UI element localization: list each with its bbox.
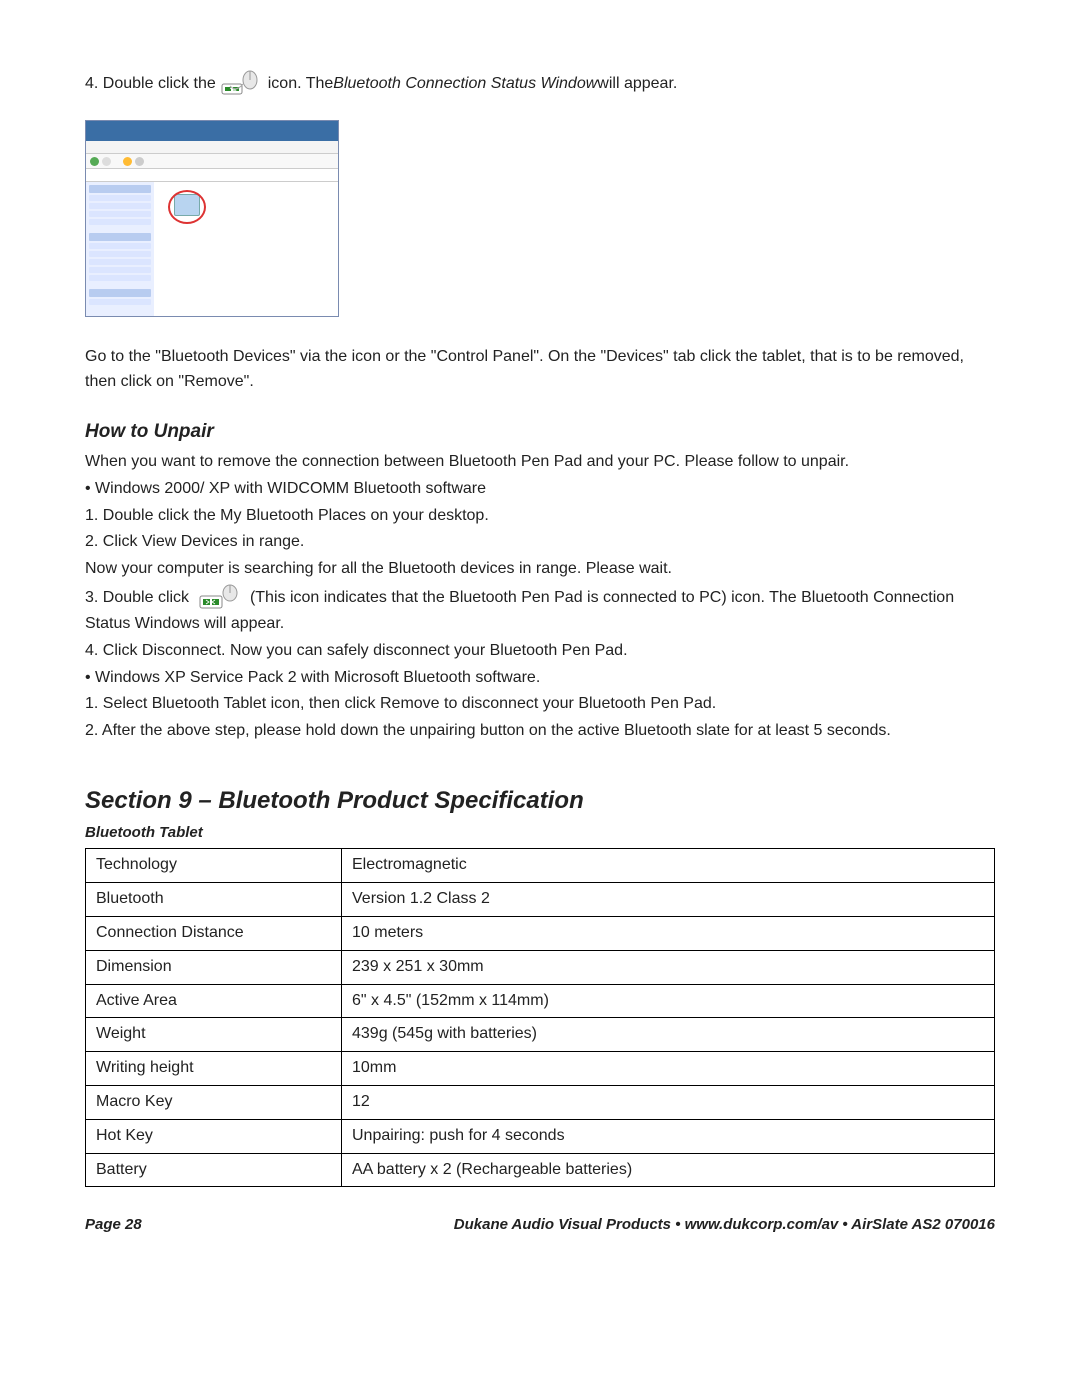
unpair-intro: When you want to remove the connection b… — [85, 450, 995, 475]
spec-key: Dimension — [86, 950, 342, 984]
unpair-xp-step1: 1. Select Bluetooth Tablet icon, then cl… — [85, 692, 995, 717]
footer-page: Page 28 — [85, 1213, 142, 1236]
bluetooth-mouse-icon — [220, 70, 264, 98]
table-row: Macro Key12 — [86, 1086, 995, 1120]
table-row: Weight439g (545g with batteries) — [86, 1018, 995, 1052]
spec-value: Version 1.2 Class 2 — [342, 883, 995, 917]
spec-value: 6" x 4.5" (152mm x 114mm) — [342, 984, 995, 1018]
unpair-step3: 3. Double click (This icon indicates tha… — [85, 584, 995, 637]
step4-suffix: will appear. — [597, 72, 677, 97]
spec-key: Active Area — [86, 984, 342, 1018]
spec-key: Writing height — [86, 1052, 342, 1086]
how-to-unpair-heading: How to Unpair — [85, 417, 995, 446]
window-addressbar — [86, 169, 338, 182]
step4-italic: Bluetooth Connection Status Window — [333, 72, 597, 97]
spec-table: TechnologyElectromagneticBluetoothVersio… — [85, 848, 995, 1187]
back-icon — [90, 157, 99, 166]
table-row: BatteryAA battery x 2 (Rechargeable batt… — [86, 1153, 995, 1187]
spec-value: 10mm — [342, 1052, 995, 1086]
table-row: BluetoothVersion 1.2 Class 2 — [86, 883, 995, 917]
table-row: TechnologyElectromagnetic — [86, 849, 995, 883]
unpair-bullet-xp: • Windows XP Service Pack 2 with Microso… — [85, 666, 995, 691]
window-titlebar — [86, 121, 338, 141]
search-icon — [135, 157, 144, 166]
spec-key: Technology — [86, 849, 342, 883]
unpair-wait: Now your computer is searching for all t… — [85, 557, 995, 582]
spec-value: AA battery x 2 (Rechargeable batteries) — [342, 1153, 995, 1187]
window-menubar — [86, 141, 338, 154]
bluetooth-connected-icon — [198, 584, 242, 612]
spec-key: Battery — [86, 1153, 342, 1187]
highlight-circle-icon — [168, 190, 206, 224]
fwd-icon — [102, 157, 111, 166]
table-row: Dimension239 x 251 x 30mm — [86, 950, 995, 984]
spec-value: 12 — [342, 1086, 995, 1120]
unpair-xp-step2: 2. After the above step, please hold dow… — [85, 719, 995, 744]
spec-value: 10 meters — [342, 917, 995, 951]
page-footer: Page 28 Dukane Audio Visual Products • w… — [85, 1213, 995, 1236]
unpair-step4: 4. Click Disconnect. Now you can safely … — [85, 639, 995, 664]
spec-key: Connection Distance — [86, 917, 342, 951]
step-4-line: 4. Double click the icon. The Bluetooth … — [85, 70, 995, 98]
step4-prefix: 4. Double click the — [85, 72, 216, 97]
window-toolbar — [86, 154, 338, 169]
unpair-step1: 1. Double click the My Bluetooth Places … — [85, 504, 995, 529]
spec-value: 239 x 251 x 30mm — [342, 950, 995, 984]
bluetooth-tablet-subheading: Bluetooth Tablet — [85, 821, 995, 844]
spec-value: Unpairing: push for 4 seconds — [342, 1119, 995, 1153]
spec-key: Hot Key — [86, 1119, 342, 1153]
unpair-step2: 2. Click View Devices in range. — [85, 530, 995, 555]
step4-mid: icon. The — [268, 72, 334, 97]
spec-key: Bluetooth — [86, 883, 342, 917]
unpair-step3-prefix: 3. Double click — [85, 589, 194, 606]
spec-value: Electromagnetic — [342, 849, 995, 883]
folder-icon — [123, 157, 132, 166]
bluetooth-window-screenshot — [85, 120, 339, 317]
unpair-bullet-widcomm: • Windows 2000/ XP with WIDCOMM Bluetoot… — [85, 477, 995, 502]
spec-key: Weight — [86, 1018, 342, 1052]
table-row: Connection Distance10 meters — [86, 917, 995, 951]
spec-key: Macro Key — [86, 1086, 342, 1120]
remove-instruction: Go to the "Bluetooth Devices" via the ic… — [85, 345, 995, 395]
table-row: Writing height10mm — [86, 1052, 995, 1086]
table-row: Hot KeyUnpairing: push for 4 seconds — [86, 1119, 995, 1153]
footer-right: Dukane Audio Visual Products • www.dukco… — [454, 1213, 995, 1236]
table-row: Active Area6" x 4.5" (152mm x 114mm) — [86, 984, 995, 1018]
section-9-heading: Section 9 – Bluetooth Product Specificat… — [85, 782, 995, 819]
spec-value: 439g (545g with batteries) — [342, 1018, 995, 1052]
window-content — [154, 182, 338, 317]
window-sidebar — [86, 182, 154, 317]
